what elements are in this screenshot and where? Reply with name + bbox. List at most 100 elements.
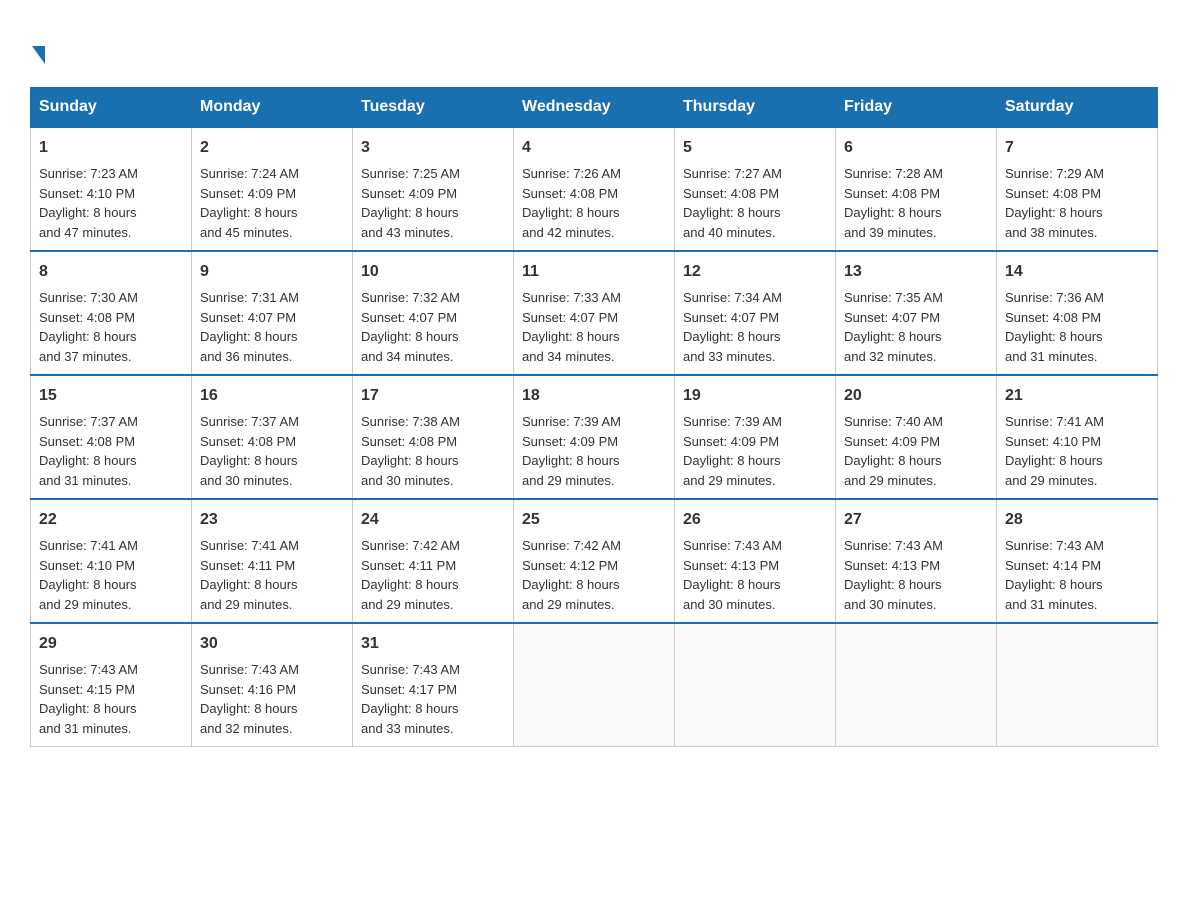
week-row-3: 15 Sunrise: 7:37 AMSunset: 4:08 PMDayligh…	[31, 375, 1158, 499]
logo-triangle-icon	[32, 46, 45, 64]
day-info: Sunrise: 7:41 AMSunset: 4:11 PMDaylight:…	[200, 538, 299, 612]
day-info: Sunrise: 7:39 AMSunset: 4:09 PMDaylight:…	[683, 414, 782, 488]
day-info: Sunrise: 7:40 AMSunset: 4:09 PMDaylight:…	[844, 414, 943, 488]
calendar-cell: 24 Sunrise: 7:42 AMSunset: 4:11 PMDayligh…	[353, 499, 514, 623]
calendar-cell: 10Sunrise: 7:32 AMSunset: 4:07 PMDayligh…	[353, 251, 514, 375]
day-info: Sunrise: 7:33 AMSunset: 4:07 PMDaylight:…	[522, 290, 621, 364]
day-number: 23	[200, 508, 344, 532]
calendar-cell: 12 Sunrise: 7:34 AMSunset: 4:07 PMDayligh…	[675, 251, 836, 375]
day-info: Sunrise: 7:29 AMSunset: 4:08 PMDaylight:…	[1005, 166, 1104, 240]
day-number: 4	[522, 136, 666, 160]
day-info: Sunrise: 7:37 AMSunset: 4:08 PMDaylight:…	[200, 414, 299, 488]
calendar-cell: 30Sunrise: 7:43 AMSunset: 4:16 PMDayligh…	[192, 623, 353, 747]
calendar-cell: 15 Sunrise: 7:37 AMSunset: 4:08 PMDayligh…	[31, 375, 192, 499]
day-number: 16	[200, 384, 344, 408]
week-row-5: 29 Sunrise: 7:43 AMSunset: 4:15 PMDayligh…	[31, 623, 1158, 747]
day-info: Sunrise: 7:34 AMSunset: 4:07 PMDaylight:…	[683, 290, 782, 364]
week-row-1: 1Sunrise: 7:23 AMSunset: 4:10 PMDaylight…	[31, 127, 1158, 251]
calendar-cell	[675, 623, 836, 747]
calendar-cell: 5 Sunrise: 7:27 AMSunset: 4:08 PMDaylight…	[675, 127, 836, 251]
weekday-header-row: SundayMondayTuesdayWednesdayThursdayFrid…	[31, 88, 1158, 128]
calendar-cell: 18Sunrise: 7:39 AMSunset: 4:09 PMDayligh…	[514, 375, 675, 499]
calendar-cell: 9 Sunrise: 7:31 AMSunset: 4:07 PMDaylight…	[192, 251, 353, 375]
calendar-cell: 26 Sunrise: 7:43 AMSunset: 4:13 PMDayligh…	[675, 499, 836, 623]
calendar-cell: 14Sunrise: 7:36 AMSunset: 4:08 PMDayligh…	[997, 251, 1158, 375]
calendar-cell: 16 Sunrise: 7:37 AMSunset: 4:08 PMDayligh…	[192, 375, 353, 499]
day-number: 13	[844, 260, 988, 284]
day-number: 26	[683, 508, 827, 532]
day-number: 15	[39, 384, 183, 408]
day-info: Sunrise: 7:23 AMSunset: 4:10 PMDaylight:…	[39, 166, 138, 240]
weekday-header-wednesday: Wednesday	[514, 88, 675, 128]
day-number: 2	[200, 136, 344, 160]
weekday-header-sunday: Sunday	[31, 88, 192, 128]
day-info: Sunrise: 7:42 AMSunset: 4:12 PMDaylight:…	[522, 538, 621, 612]
calendar-cell	[836, 623, 997, 747]
calendar-cell: 20 Sunrise: 7:40 AMSunset: 4:09 PMDayligh…	[836, 375, 997, 499]
calendar-cell: 17 Sunrise: 7:38 AMSunset: 4:08 PMDayligh…	[353, 375, 514, 499]
day-number: 8	[39, 260, 183, 284]
day-info: Sunrise: 7:26 AMSunset: 4:08 PMDaylight:…	[522, 166, 621, 240]
day-number: 30	[200, 632, 344, 656]
day-info: Sunrise: 7:43 AMSunset: 4:17 PMDaylight:…	[361, 662, 460, 736]
day-number: 14	[1005, 260, 1149, 284]
day-info: Sunrise: 7:30 AMSunset: 4:08 PMDaylight:…	[39, 290, 138, 364]
day-number: 10	[361, 260, 505, 284]
day-number: 12	[683, 260, 827, 284]
calendar-cell: 21 Sunrise: 7:41 AMSunset: 4:10 PMDayligh…	[997, 375, 1158, 499]
logo	[30, 30, 45, 67]
day-info: Sunrise: 7:41 AMSunset: 4:10 PMDaylight:…	[1005, 414, 1104, 488]
calendar-cell: 6 Sunrise: 7:28 AMSunset: 4:08 PMDaylight…	[836, 127, 997, 251]
day-info: Sunrise: 7:28 AMSunset: 4:08 PMDaylight:…	[844, 166, 943, 240]
week-row-2: 8 Sunrise: 7:30 AMSunset: 4:08 PMDaylight…	[31, 251, 1158, 375]
calendar-cell: 25 Sunrise: 7:42 AMSunset: 4:12 PMDayligh…	[514, 499, 675, 623]
day-number: 20	[844, 384, 988, 408]
day-number: 29	[39, 632, 183, 656]
calendar-cell	[514, 623, 675, 747]
day-number: 22	[39, 508, 183, 532]
day-number: 9	[200, 260, 344, 284]
week-row-4: 22 Sunrise: 7:41 AMSunset: 4:10 PMDayligh…	[31, 499, 1158, 623]
calendar-cell: 31 Sunrise: 7:43 AMSunset: 4:17 PMDayligh…	[353, 623, 514, 747]
calendar-cell: 19Sunrise: 7:39 AMSunset: 4:09 PMDayligh…	[675, 375, 836, 499]
day-info: Sunrise: 7:37 AMSunset: 4:08 PMDaylight:…	[39, 414, 138, 488]
day-number: 17	[361, 384, 505, 408]
day-number: 7	[1005, 136, 1149, 160]
logo-general-text	[30, 30, 45, 67]
day-number: 24	[361, 508, 505, 532]
calendar-table: SundayMondayTuesdayWednesdayThursdayFrid…	[30, 87, 1158, 747]
day-number: 6	[844, 136, 988, 160]
calendar-cell: 23 Sunrise: 7:41 AMSunset: 4:11 PMDayligh…	[192, 499, 353, 623]
day-number: 27	[844, 508, 988, 532]
calendar-cell: 4 Sunrise: 7:26 AMSunset: 4:08 PMDaylight…	[514, 127, 675, 251]
day-info: Sunrise: 7:38 AMSunset: 4:08 PMDaylight:…	[361, 414, 460, 488]
weekday-header-friday: Friday	[836, 88, 997, 128]
day-number: 21	[1005, 384, 1149, 408]
weekday-header-monday: Monday	[192, 88, 353, 128]
calendar-cell: 13 Sunrise: 7:35 AMSunset: 4:07 PMDayligh…	[836, 251, 997, 375]
calendar-cell: 3 Sunrise: 7:25 AMSunset: 4:09 PMDaylight…	[353, 127, 514, 251]
calendar-cell: 8 Sunrise: 7:30 AMSunset: 4:08 PMDaylight…	[31, 251, 192, 375]
day-number: 5	[683, 136, 827, 160]
day-number: 3	[361, 136, 505, 160]
day-info: Sunrise: 7:27 AMSunset: 4:08 PMDaylight:…	[683, 166, 782, 240]
calendar-cell: 7 Sunrise: 7:29 AMSunset: 4:08 PMDaylight…	[997, 127, 1158, 251]
day-number: 25	[522, 508, 666, 532]
calendar-cell: 27 Sunrise: 7:43 AMSunset: 4:13 PMDayligh…	[836, 499, 997, 623]
day-info: Sunrise: 7:43 AMSunset: 4:13 PMDaylight:…	[844, 538, 943, 612]
day-info: Sunrise: 7:39 AMSunset: 4:09 PMDaylight:…	[522, 414, 621, 488]
day-info: Sunrise: 7:42 AMSunset: 4:11 PMDaylight:…	[361, 538, 460, 612]
day-info: Sunrise: 7:41 AMSunset: 4:10 PMDaylight:…	[39, 538, 138, 612]
day-number: 31	[361, 632, 505, 656]
calendar-cell: 28Sunrise: 7:43 AMSunset: 4:14 PMDayligh…	[997, 499, 1158, 623]
calendar-cell: 11 Sunrise: 7:33 AMSunset: 4:07 PMDayligh…	[514, 251, 675, 375]
day-info: Sunrise: 7:31 AMSunset: 4:07 PMDaylight:…	[200, 290, 299, 364]
day-info: Sunrise: 7:25 AMSunset: 4:09 PMDaylight:…	[361, 166, 460, 240]
day-info: Sunrise: 7:43 AMSunset: 4:13 PMDaylight:…	[683, 538, 782, 612]
day-info: Sunrise: 7:35 AMSunset: 4:07 PMDaylight:…	[844, 290, 943, 364]
calendar-cell	[997, 623, 1158, 747]
day-info: Sunrise: 7:43 AMSunset: 4:14 PMDaylight:…	[1005, 538, 1104, 612]
day-number: 11	[522, 260, 666, 284]
weekday-header-thursday: Thursday	[675, 88, 836, 128]
day-info: Sunrise: 7:43 AMSunset: 4:15 PMDaylight:…	[39, 662, 138, 736]
